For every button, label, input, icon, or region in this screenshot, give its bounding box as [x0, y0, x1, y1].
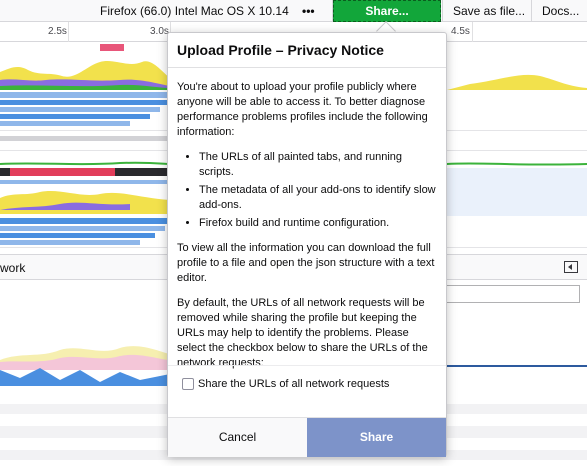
stack-row — [0, 114, 150, 119]
share-confirm-button[interactable]: Share — [307, 418, 446, 457]
ruler-tick-label: 4.5s — [451, 26, 470, 37]
share-urls-label[interactable]: Share the URLs of all network requests — [198, 378, 389, 390]
stack-row — [0, 240, 140, 245]
sidebar-toggle-icon[interactable] — [564, 261, 578, 273]
save-as-file-button[interactable]: Save as file... — [453, 0, 525, 22]
dialog-buttons: Cancel Share — [168, 417, 446, 457]
network-fill — [0, 368, 170, 386]
stack-row — [0, 218, 170, 224]
ruler-tick-label: 2.5s — [48, 26, 67, 37]
stack-row — [0, 136, 170, 141]
cancel-button[interactable]: Cancel — [168, 418, 307, 457]
selected-track — [447, 168, 587, 216]
info-list-item: The metadata of all your add-ons to iden… — [199, 183, 439, 213]
more-button[interactable]: ••• — [302, 0, 315, 22]
marker-row — [10, 168, 115, 176]
stack-row — [0, 100, 170, 105]
stack-row — [0, 233, 155, 238]
info-list-item: The URLs of all painted tabs, and runnin… — [199, 150, 439, 180]
network-note: By default, the URLs of all network requ… — [177, 297, 428, 369]
network-label: work — [0, 261, 26, 275]
activity-graph-js — [0, 191, 170, 214]
share-urls-checkbox[interactable] — [182, 378, 194, 390]
activity-graph-js-right — [447, 74, 587, 90]
platform-info: Firefox (66.0) Intel Mac OS X 10.14 — [100, 4, 289, 18]
dialog-divider — [168, 67, 446, 68]
top-toolbar: Firefox (66.0) Intel Mac OS X 10.14 ••• … — [0, 0, 587, 22]
dialog-divider — [168, 365, 446, 366]
docs-button[interactable]: Docs... — [542, 0, 579, 22]
dialog-title: Upload Profile – Privacy Notice — [177, 42, 384, 58]
info-list-item: Firefox build and runtime configuration. — [199, 216, 439, 231]
share-urls-option[interactable]: Share the URLs of all network requests — [182, 378, 389, 390]
stack-row — [0, 226, 165, 231]
share-button[interactable]: Share... — [333, 0, 441, 22]
stack-row — [0, 107, 160, 112]
track-marker — [100, 44, 124, 51]
ruler-tick-line — [68, 22, 69, 42]
ruler-tick-line — [472, 22, 473, 42]
stack-row — [0, 121, 130, 126]
search-input[interactable] — [446, 285, 580, 303]
download-note: To view all the information you can down… — [177, 242, 435, 284]
dialog-body: You're about to upload your profile publ… — [177, 80, 439, 381]
stack-row — [0, 92, 170, 98]
toolbar-divider — [442, 0, 443, 22]
privacy-notice-dialog: Upload Profile – Privacy Notice You're a… — [167, 32, 447, 457]
info-list: The URLs of all painted tabs, and runnin… — [177, 150, 439, 231]
stack-row — [0, 180, 170, 184]
intro-text: You're about to upload your profile publ… — [177, 81, 428, 138]
toolbar-divider — [531, 0, 532, 22]
